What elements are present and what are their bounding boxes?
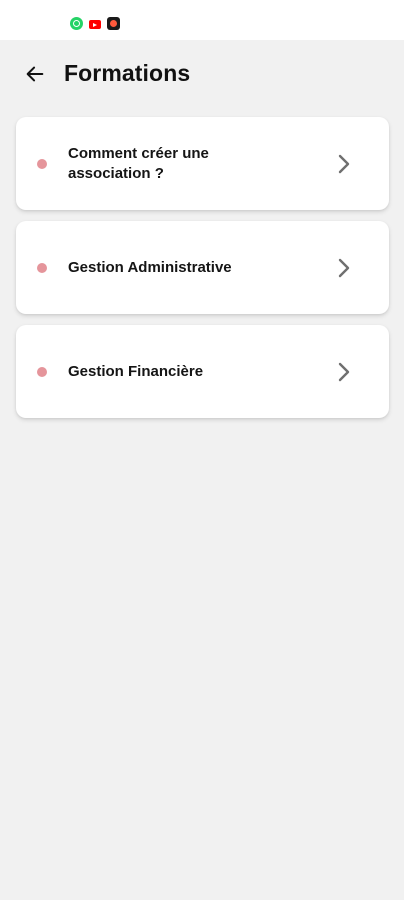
formation-label: Gestion Administrative	[68, 258, 232, 276]
formations-list: Comment créer une association ? Gestion …	[16, 117, 389, 429]
whatsapp-icon	[70, 17, 83, 30]
youtube-icon	[89, 20, 101, 29]
formation-label: Gestion Financière	[68, 362, 204, 380]
app-bar: Formations	[0, 40, 404, 110]
formation-item[interactable]: Gestion Administrative	[16, 221, 389, 314]
formation-item[interactable]: Gestion Financière	[16, 325, 389, 418]
formation-label: Comment créer une association ?	[68, 144, 209, 182]
back-button[interactable]	[20, 59, 50, 89]
chevron-right-icon	[337, 257, 351, 279]
formation-item[interactable]: Comment créer une association ?	[16, 117, 389, 210]
bullet-dot-icon	[37, 263, 47, 273]
page-title: Formations	[64, 60, 191, 86]
app-notification-icon	[107, 17, 120, 30]
notification-icons	[70, 17, 120, 30]
chevron-right-icon	[337, 361, 351, 383]
bullet-dot-icon	[37, 367, 47, 377]
chevron-right-icon	[337, 153, 351, 175]
status-bar	[0, 0, 404, 40]
bullet-dot-icon	[37, 159, 47, 169]
arrow-left-icon[interactable]	[24, 63, 46, 85]
